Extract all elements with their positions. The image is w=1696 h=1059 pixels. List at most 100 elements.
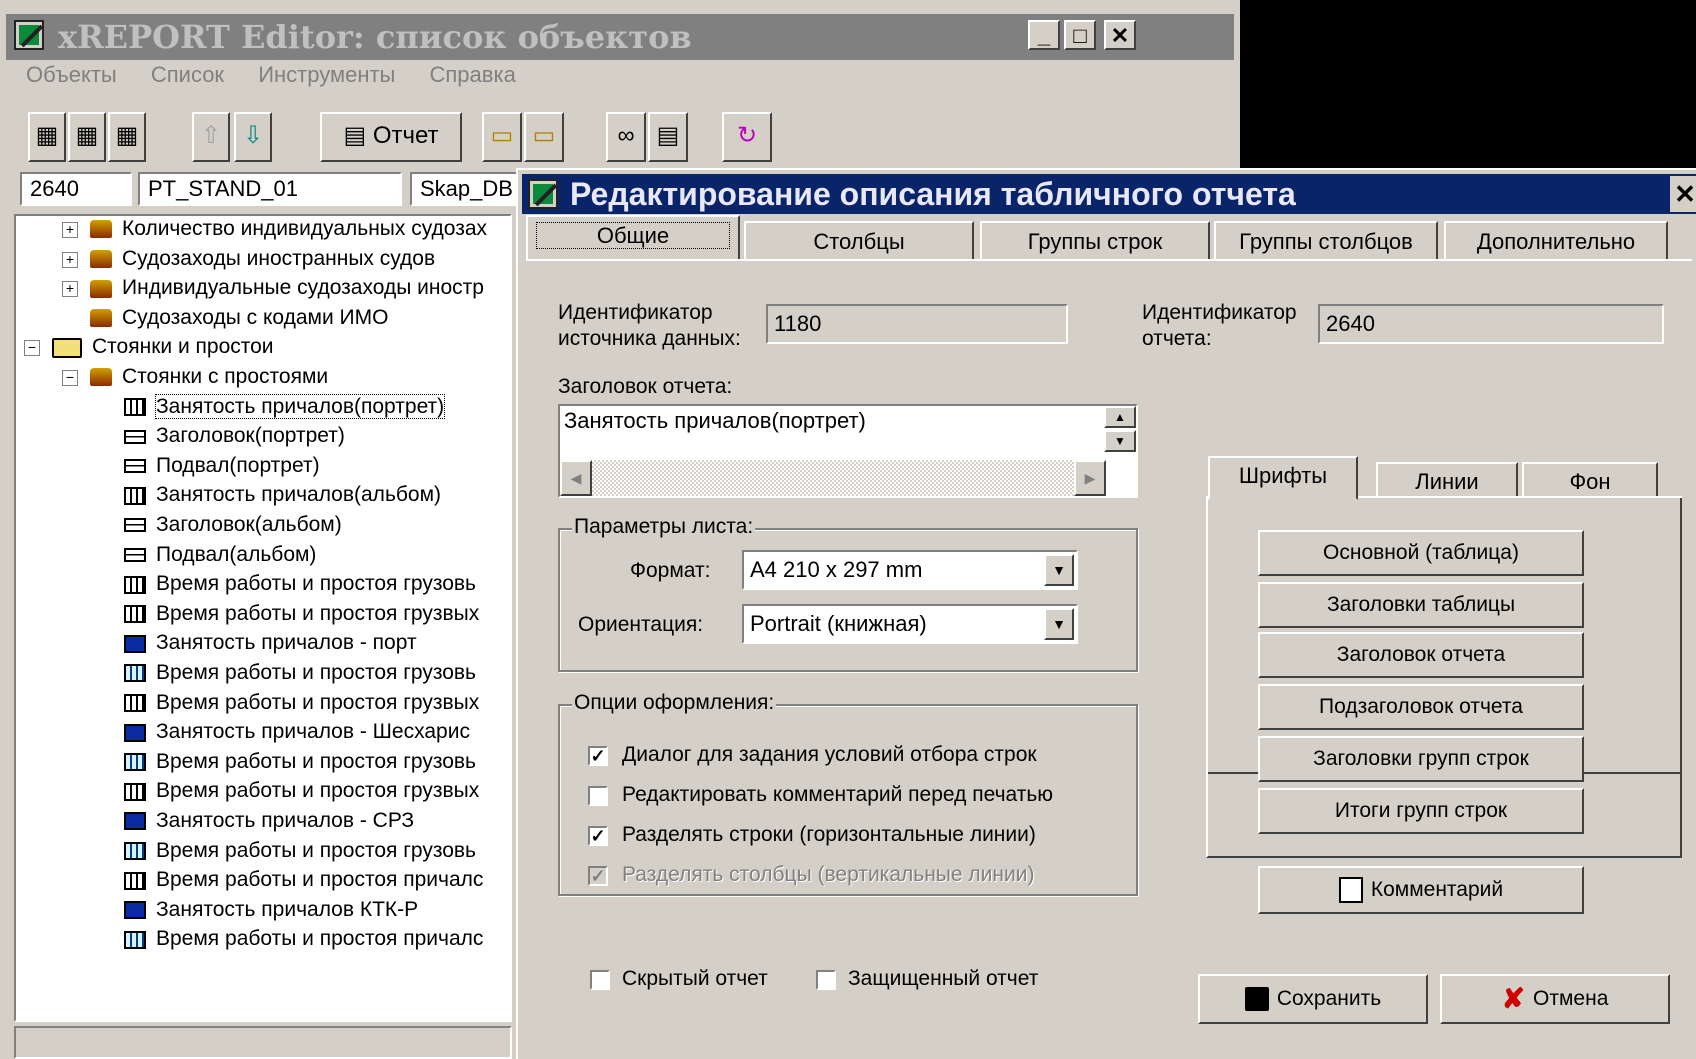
object-tree[interactable]: + Количество индивидуальных судозах + Судоз… bbox=[14, 214, 512, 1022]
tree-item[interactable]: − Стоянки с простоями bbox=[62, 362, 328, 392]
menu-objects[interactable]: Объекты bbox=[26, 62, 117, 87]
tree-item[interactable]: Занятость причалов - СРЗ bbox=[124, 806, 414, 836]
header-icon bbox=[124, 459, 146, 474]
report-button[interactable]: ▤ Отчет bbox=[320, 112, 462, 162]
tree-expander-icon[interactable]: + bbox=[62, 251, 78, 268]
minimize-button[interactable]: _ bbox=[1028, 20, 1060, 50]
orientation-select[interactable]: Portrait (книжная) ▼ bbox=[742, 604, 1078, 644]
close-button[interactable]: ✕ bbox=[1104, 20, 1136, 50]
tree-item[interactable]: Время работы и простоя грузвых bbox=[124, 599, 479, 629]
tab-fonts[interactable]: Шрифты bbox=[1208, 456, 1358, 500]
scroll-left-icon[interactable]: ◀ bbox=[560, 460, 592, 496]
option-edit-comment-checkbox[interactable] bbox=[588, 786, 608, 806]
tree-item[interactable]: Занятость причалов(портрет) bbox=[124, 392, 446, 422]
add-object-icon[interactable]: ▦ bbox=[28, 112, 66, 162]
tab-background[interactable]: Фон bbox=[1522, 462, 1658, 498]
open-folder-icon[interactable]: ▭ bbox=[482, 112, 522, 162]
folder-icon[interactable]: ▭ bbox=[524, 112, 564, 162]
tree-expander-icon[interactable]: + bbox=[62, 222, 78, 238]
tree-item[interactable]: Время работы и простоя грузвых bbox=[124, 688, 479, 718]
format-select[interactable]: A4 210 x 297 mm ▼ bbox=[742, 550, 1078, 590]
tree-item[interactable]: Время работы и простоя грузовь bbox=[124, 569, 476, 599]
scroll-up-icon[interactable]: ▲ bbox=[1104, 406, 1136, 428]
move-down-icon[interactable]: ⇩ bbox=[234, 112, 272, 162]
cancel-button[interactable]: ✘ Отмена bbox=[1440, 974, 1670, 1024]
tab-general[interactable]: Общие bbox=[526, 215, 740, 261]
source-id-field[interactable]: 1180 bbox=[766, 304, 1068, 344]
tab-additional[interactable]: Дополнительно bbox=[1444, 221, 1668, 259]
refresh-icon[interactable]: ↻ bbox=[722, 112, 772, 162]
tree-item[interactable]: Время работы и простоя грузвых bbox=[124, 776, 479, 806]
tree-item[interactable]: Время работы и простоя грузовь bbox=[124, 747, 476, 777]
scroll-right-icon[interactable]: ▶ bbox=[1074, 460, 1106, 496]
report-title-label: Заголовок отчета: bbox=[558, 375, 733, 398]
tree-item[interactable]: Занятость причалов(альбом) bbox=[124, 480, 441, 510]
menu-list[interactable]: Список bbox=[151, 62, 224, 87]
protected-report-label[interactable]: Защищенный отчет bbox=[848, 966, 1038, 992]
find-binoculars-icon[interactable]: ∞ bbox=[606, 112, 646, 162]
option-filter-dialog-checkbox[interactable]: ✓ bbox=[588, 746, 608, 766]
report-id-field[interactable]: 2640 bbox=[1318, 304, 1664, 344]
tree-item[interactable]: Подвал(портрет) bbox=[124, 451, 320, 481]
chart-icon bbox=[124, 812, 146, 831]
people-icon bbox=[90, 220, 112, 239]
font-report-subtitle-button[interactable]: Подзаголовок отчета bbox=[1258, 684, 1584, 730]
font-row-group-headers-button[interactable]: Заголовки групп строк bbox=[1258, 736, 1584, 782]
tab-lines[interactable]: Линии bbox=[1376, 462, 1518, 498]
object-id-field[interactable]: 2640 bbox=[20, 172, 132, 206]
tab-columns[interactable]: Столбцы bbox=[744, 221, 974, 259]
tree-item[interactable]: Занятость причалов - Шесхарис bbox=[124, 717, 470, 747]
tree-expander-icon[interactable]: + bbox=[62, 281, 78, 298]
cancel-button-label: Отмена bbox=[1533, 987, 1609, 1010]
tree-item[interactable]: − Стоянки и простои bbox=[24, 332, 274, 362]
save-button[interactable]: Сохранить bbox=[1198, 974, 1428, 1024]
tab-row-groups[interactable]: Группы строк bbox=[980, 221, 1210, 259]
tree-item[interactable]: Заголовок(портрет) bbox=[124, 421, 345, 451]
tree-item[interactable]: Заголовок(альбом) bbox=[124, 510, 342, 540]
menu-tools[interactable]: Инструменты bbox=[258, 62, 395, 87]
hidden-report-checkbox[interactable] bbox=[590, 970, 610, 990]
option-filter-dialog-label[interactable]: Диалог для задания условий отбора строк bbox=[622, 742, 1037, 768]
tree-item[interactable]: Время работы и простоя причалс bbox=[124, 924, 483, 954]
database-field[interactable]: Skap_DB bbox=[410, 172, 520, 206]
delete-object-icon[interactable]: ▦ bbox=[68, 112, 106, 162]
tree-item[interactable]: Занятость причалов - порт bbox=[124, 628, 417, 658]
tree-expander-icon[interactable]: − bbox=[24, 340, 40, 357]
move-up-icon[interactable]: ⇧ bbox=[192, 112, 230, 162]
option-row-lines-checkbox[interactable]: ✓ bbox=[588, 826, 608, 846]
comment-button[interactable]: Комментарий bbox=[1258, 866, 1584, 914]
tree-item[interactable]: + Индивидуальные судозаходы иностр bbox=[62, 273, 484, 303]
tree-item[interactable]: Судозаходы с кодами ИМО bbox=[90, 303, 388, 333]
menu-help[interactable]: Справка bbox=[430, 62, 516, 87]
font-main-table-button[interactable]: Основной (таблица) bbox=[1258, 530, 1584, 576]
tree-item[interactable]: Время работы и простоя причалс bbox=[124, 865, 483, 895]
font-table-headers-button[interactable]: Заголовки таблицы bbox=[1258, 582, 1584, 628]
scroll-down-icon[interactable]: ▼ bbox=[1104, 430, 1136, 452]
dialog-titlebar[interactable]: Редактирование описания табличного отчет… bbox=[522, 174, 1696, 214]
tree-item-label: Занятость причалов - СРЗ bbox=[156, 809, 415, 832]
tab-column-groups[interactable]: Группы столбцов bbox=[1214, 221, 1438, 259]
edit-object-icon[interactable]: ▦ bbox=[108, 112, 146, 162]
main-titlebar[interactable]: xREPORT Editor: список объектов _ □ ✕ bbox=[6, 14, 1234, 60]
format-dropdown-icon[interactable]: ▼ bbox=[1044, 554, 1074, 586]
tree-item[interactable]: + Судозаходы иностранных судов bbox=[62, 244, 435, 274]
dialog-close-button[interactable]: ✕ bbox=[1670, 176, 1696, 212]
hidden-report-label[interactable]: Скрытый отчет bbox=[622, 966, 768, 992]
orientation-dropdown-icon[interactable]: ▼ bbox=[1044, 608, 1074, 640]
tree-expander-icon[interactable]: − bbox=[62, 370, 78, 386]
comment-icon[interactable]: ▤ bbox=[648, 112, 688, 162]
maximize-button[interactable]: □ bbox=[1064, 20, 1096, 50]
font-row-group-totals-button[interactable]: Итоги групп строк bbox=[1258, 788, 1584, 834]
horizontal-scrollbar[interactable]: ◀ ▶ bbox=[560, 460, 1106, 496]
protected-report-checkbox[interactable] bbox=[816, 970, 836, 990]
tree-item[interactable]: Время работы и простоя грузовь bbox=[124, 658, 476, 688]
tree-item[interactable]: Время работы и простоя грузовь bbox=[124, 836, 476, 866]
font-report-title-button[interactable]: Заголовок отчета bbox=[1258, 632, 1584, 678]
tree-item[interactable]: + Количество индивидуальных судозах bbox=[62, 216, 487, 244]
report-title-textarea[interactable]: Занятость причалов(портрет) ▲ ▼ ◀ ▶ bbox=[558, 404, 1138, 498]
object-code-field[interactable]: PT_STAND_01 bbox=[138, 172, 402, 206]
option-edit-comment-label[interactable]: Редактировать комментарий перед печатью bbox=[622, 782, 1053, 808]
option-row-lines-label[interactable]: Разделять строки (горизонтальные линии) bbox=[622, 822, 1036, 848]
tree-item[interactable]: Занятость причалов КТК-Р bbox=[124, 895, 418, 925]
tree-item[interactable]: Подвал(альбом) bbox=[124, 540, 316, 570]
